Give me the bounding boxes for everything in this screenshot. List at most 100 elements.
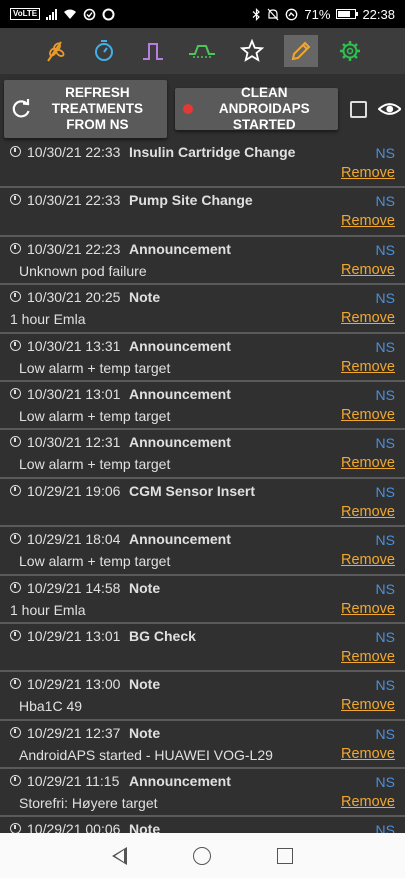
treatment-date: 10/30/21 13:31 xyxy=(27,337,121,354)
battery-percent: 71% xyxy=(304,6,331,22)
clock-icon xyxy=(10,533,21,545)
treatment-type: Note xyxy=(129,289,161,306)
treatment-type: CGM Sensor Insert xyxy=(129,482,256,499)
treatment-note: AndroidAPS started - HUAWEI VOG-L29 xyxy=(19,746,273,763)
remove-link[interactable]: Remove xyxy=(341,601,395,617)
refresh-icon xyxy=(12,99,30,118)
treatment-note: 1 hour Emla xyxy=(10,311,86,328)
remove-link[interactable]: Remove xyxy=(341,552,395,568)
treatment-row: 10/30/21 20:25 Note 1 hour Emla NS Remove xyxy=(0,285,405,334)
clock-icon xyxy=(10,146,21,157)
clean-androidaps-label: CLEAN ANDROIDAPS STARTED xyxy=(218,85,310,132)
recent-apps-icon[interactable] xyxy=(277,847,293,864)
clock-time: 22:38 xyxy=(362,6,395,22)
source-ns-label: NS xyxy=(375,483,395,500)
home-icon[interactable] xyxy=(193,846,211,865)
clock-icon xyxy=(10,775,21,787)
remove-link[interactable]: Remove xyxy=(341,504,395,520)
treatment-type: Announcement xyxy=(129,337,231,354)
source-ns-label: NS xyxy=(375,241,395,258)
treatment-date: 10/30/21 20:25 xyxy=(27,289,121,306)
treatment-note: Low alarm + temp target xyxy=(19,456,171,473)
bluetooth-icon xyxy=(253,7,261,21)
remove-link[interactable]: Remove xyxy=(341,746,395,762)
source-ns-label: NS xyxy=(375,580,395,597)
clock-icon xyxy=(10,484,21,496)
navigation-bar xyxy=(0,833,405,878)
treatment-row: 10/29/21 11:15 Announcement Storefri: Høye… xyxy=(0,769,405,818)
clock-icon xyxy=(10,339,21,351)
source-ns-label: NS xyxy=(375,145,395,161)
treatment-type: Note xyxy=(129,821,161,833)
treatment-date: 10/30/21 13:01 xyxy=(27,385,121,402)
treatment-date: 10/30/21 22:33 xyxy=(27,192,121,209)
volte-icon: VoLTE xyxy=(10,8,41,20)
source-ns-label: NS xyxy=(375,725,395,742)
treatment-type: Announcement xyxy=(129,773,231,790)
source-ns-label: NS xyxy=(375,435,395,452)
treatment-row: 10/30/21 13:31 Announcement Low alarm + te… xyxy=(0,334,405,382)
treatment-type: Note xyxy=(129,579,161,596)
treatment-date: 10/29/21 19:06 xyxy=(27,482,121,499)
treatment-type: Announcement xyxy=(129,434,231,451)
remove-link[interactable]: Remove xyxy=(341,262,395,278)
back-icon[interactable] xyxy=(112,846,127,865)
timer-icon[interactable] xyxy=(87,35,121,67)
source-ns-label: NS xyxy=(375,193,395,210)
signal-icon xyxy=(46,8,58,20)
treatment-date: 10/29/21 12:37 xyxy=(27,724,121,741)
refresh-treatments-label: REFRESH TREATMENTS FROM NS xyxy=(51,85,144,132)
clock-icon xyxy=(10,581,21,593)
remove-link[interactable]: Remove xyxy=(341,649,395,665)
remove-link[interactable]: Remove xyxy=(341,407,395,423)
remove-link[interactable]: Remove xyxy=(341,794,395,810)
remove-link[interactable]: Remove xyxy=(341,455,395,471)
treatment-row: 10/29/21 13:00 Note Hba1C 49 NS Remove xyxy=(0,672,405,721)
treatment-row: 10/29/21 18:04 Announcement Low alarm + te… xyxy=(0,527,405,576)
clock-icon xyxy=(10,242,21,254)
wheat-icon[interactable] xyxy=(38,35,72,67)
clock-icon xyxy=(10,194,21,206)
status-bar: VoLTE 71% 22:38 xyxy=(0,0,405,28)
profile-icon[interactable] xyxy=(185,35,219,67)
source-ns-label: NS xyxy=(375,822,395,833)
treatment-row: 10/29/21 00:06NoteNSRemove xyxy=(0,817,405,833)
remove-link[interactable]: Remove xyxy=(341,359,395,375)
treatment-date: 10/30/21 22:33 xyxy=(27,144,121,160)
remove-link[interactable]: Remove xyxy=(341,165,395,181)
clock-icon xyxy=(10,823,21,833)
treatment-row: 10/30/21 22:33 Insulin Cartridge Change NS… xyxy=(0,140,405,189)
treatment-date: 10/30/21 22:23 xyxy=(27,240,121,257)
basal-icon[interactable] xyxy=(136,35,170,67)
source-ns-label: NS xyxy=(375,677,395,694)
treatment-row: 10/29/21 19:06 CGM Sensor Insert NS Remove xyxy=(0,479,405,528)
treatment-row: 10/30/21 13:01 Announcement Low alarm + te… xyxy=(0,382,405,431)
treatment-date: 10/29/21 13:01 xyxy=(27,627,121,644)
pencil-icon[interactable] xyxy=(284,35,319,67)
show-invalidated-checkbox[interactable] xyxy=(349,100,367,118)
remove-link[interactable]: Remove xyxy=(341,213,395,229)
eye-icon[interactable] xyxy=(377,97,402,121)
clock-icon xyxy=(10,726,21,738)
clean-androidaps-started-button[interactable]: CLEAN ANDROIDAPS STARTED xyxy=(174,85,338,132)
treatment-note: Low alarm + temp target xyxy=(19,553,171,570)
treatment-date: 10/29/21 13:00 xyxy=(27,676,121,693)
treatment-row: 10/30/21 22:33 Pump Site Change NS Remove xyxy=(0,188,405,237)
remove-link[interactable]: Remove xyxy=(341,697,395,713)
source-ns-label: NS xyxy=(375,338,395,355)
remove-link[interactable]: Remove xyxy=(341,310,395,326)
treatment-type: Note xyxy=(129,724,161,741)
record-dot-icon xyxy=(182,104,193,114)
top-toolbar xyxy=(0,28,405,74)
treatment-type: Insulin Cartridge Change xyxy=(129,144,296,160)
treatment-note: Hba1C 49 xyxy=(19,698,83,715)
treatment-row: 10/30/21 12:31 Announcement Low alarm + te… xyxy=(0,430,405,479)
settings-icon[interactable] xyxy=(333,35,367,67)
source-ns-label: NS xyxy=(375,290,395,307)
mute-bell-icon xyxy=(267,8,279,20)
treatment-date: 10/29/21 14:58 xyxy=(27,579,121,596)
refresh-treatments-button[interactable]: REFRESH TREATMENTS FROM NS xyxy=(4,80,167,138)
treatment-row: 10/30/21 22:23 Announcement Unknown pod fa… xyxy=(0,237,405,286)
star-icon[interactable] xyxy=(235,35,269,67)
treatment-note: Low alarm + temp target xyxy=(19,407,171,424)
